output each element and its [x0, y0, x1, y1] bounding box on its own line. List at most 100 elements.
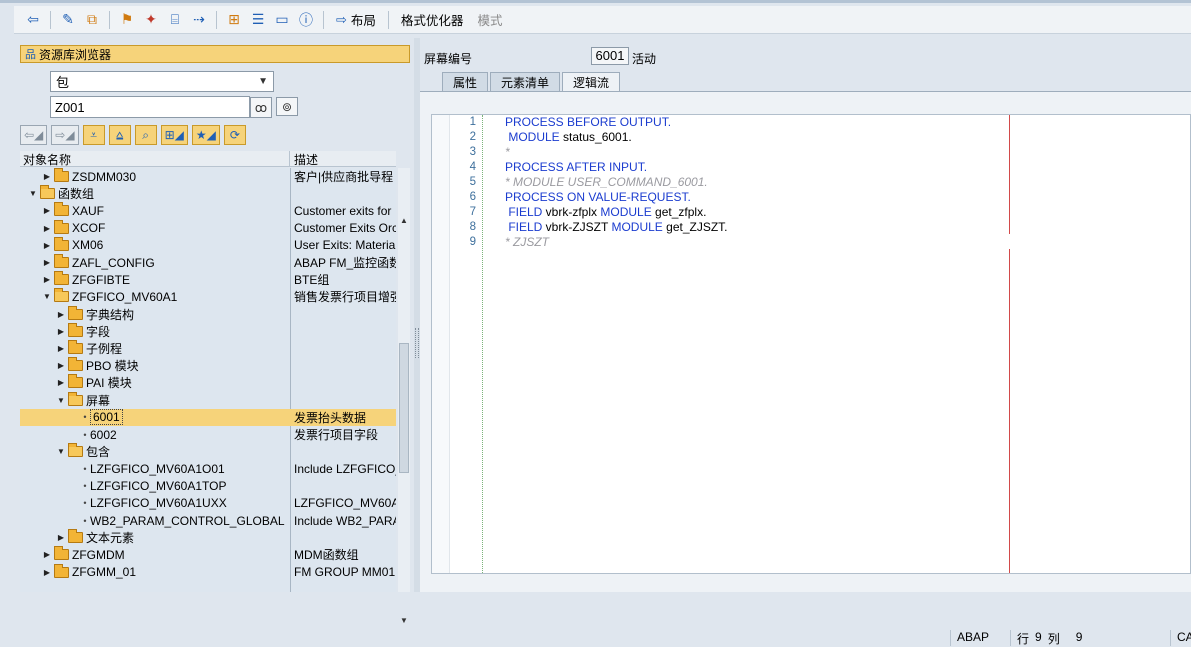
tree-row-name-cell[interactable]: ▶ 文本元素	[20, 529, 290, 546]
tab-flow-logic[interactable]: 逻辑流	[562, 72, 621, 92]
tree-row-name-cell[interactable]: ▼ 包含	[20, 443, 290, 460]
tree-row[interactable]: ▶ ZSDMM030 客户|供应商批导程	[20, 168, 396, 185]
favorites-button[interactable]: ★◢	[191, 125, 220, 145]
info-icon[interactable]: ⓘ	[295, 9, 317, 31]
expand-toggle-icon[interactable]: ▶	[42, 568, 52, 577]
expand-toggle-icon[interactable]: ▶	[56, 533, 66, 542]
expand-toggle-icon[interactable]: ▶	[56, 378, 66, 387]
test-icon[interactable]: ⌸	[164, 9, 186, 31]
display-object-button[interactable]: ꝏ	[250, 97, 272, 118]
code-line[interactable]: 9 * ZJSZT	[432, 235, 1190, 250]
tree-row-name-cell[interactable]: ▶ PBO 模块	[20, 357, 290, 374]
tree-row[interactable]: ▶ 子例程	[20, 340, 396, 357]
tree-row[interactable]: ▼ 包含	[20, 443, 396, 460]
code-line[interactable]: 3 *	[432, 145, 1190, 160]
tree-row-name-cell[interactable]: ▶ XAUF	[20, 202, 290, 219]
code-line[interactable]: 6 PROCESS ON VALUE-REQUEST.	[432, 190, 1190, 205]
tree-row[interactable]: ▼ 函数组	[20, 185, 396, 202]
object-type-dropdown[interactable]: 包 ▼	[50, 71, 274, 92]
tree-row-name-cell[interactable]: ▼ 函数组	[20, 185, 290, 202]
expand-toggle-icon[interactable]: ▶	[42, 258, 52, 267]
tree-row-name-cell[interactable]: ▶ ZAFL_CONFIG	[20, 254, 290, 271]
pretty-printer-button[interactable]: 格式优化器	[395, 9, 470, 31]
tree-row[interactable]: ▶ ZFGMDM MDM函数组	[20, 546, 396, 563]
expand-button[interactable]: ⩠	[108, 125, 131, 145]
tree-row[interactable]: ▶ 文本元素	[20, 529, 396, 546]
tree-row[interactable]: ▶ XAUF Customer exits for	[20, 202, 396, 219]
where-used-icon[interactable]: ⇢	[188, 9, 210, 31]
tree-row[interactable]: • WB2_PARAM_CONTROL_GLOBAL Include WB2_PAR…	[20, 512, 396, 529]
code-editor[interactable]: 1 PROCESS BEFORE OUTPUT. 2 MODULE status_6…	[431, 114, 1191, 574]
expand-toggle-icon[interactable]: ▶	[42, 206, 52, 215]
expand-toggle-icon[interactable]: ▶	[42, 172, 52, 181]
code-line[interactable]: 4 PROCESS AFTER INPUT.	[432, 160, 1190, 175]
splitter-grip[interactable]	[415, 328, 419, 358]
tree-row-name-cell[interactable]: ▶ ZFGMM_01	[20, 563, 290, 581]
tree-row-name-cell[interactable]: • LZFGFICO_MV60A1O01	[20, 460, 290, 477]
other-object-icon[interactable]: ⧉	[81, 9, 103, 31]
tree-row-name-cell[interactable]: ▶ XCOF	[20, 219, 290, 237]
expand-toggle-icon[interactable]: ▶	[42, 241, 52, 250]
tree-row-name-cell[interactable]: • LZFGFICO_MV60A1UXX	[20, 495, 290, 512]
previous-object-button[interactable]: ⇦◢	[20, 125, 48, 145]
tab-attributes[interactable]: 属性	[442, 72, 489, 92]
collapse-toggle-icon[interactable]: ▼	[56, 396, 66, 405]
tree-row[interactable]: ▶ 字段	[20, 322, 396, 340]
tree-vertical-scrollbar[interactable]: ▲ ▼	[398, 168, 410, 625]
tab-element-list[interactable]: 元素清单	[490, 72, 561, 92]
tree-row[interactable]: ▶ 字典结构	[20, 305, 396, 323]
code-line[interactable]: 7 FIELD vbrk-zfplx MODULE get_zfplx.	[432, 205, 1190, 220]
tree-row-name-cell[interactable]: • 6001	[20, 408, 290, 426]
display-change-icon[interactable]: ✎	[57, 9, 79, 31]
expand-toggle-icon[interactable]: ▶	[56, 344, 66, 353]
code-line[interactable]: 2 MODULE status_6001.	[432, 130, 1190, 145]
tree-row[interactable]: • 6002 发票行项目字段	[20, 426, 396, 443]
expand-toggle-icon[interactable]: ▶	[42, 550, 52, 559]
tree-row-name-cell[interactable]: ▶ 子例程	[20, 340, 290, 357]
object-name-column-header[interactable]: 对象名称	[20, 151, 290, 167]
expand-toggle-icon[interactable]: ▶	[42, 224, 52, 233]
tree-row-name-cell[interactable]: ▶ 字段	[20, 322, 290, 340]
scroll-down-icon[interactable]: ▼	[398, 614, 410, 626]
tree-row[interactable]: ▶ ZFGMM_01 FM GROUP MM01	[20, 563, 396, 581]
tree-row[interactable]: • LZFGFICO_MV60A1UXX LZFGFICO_MV60A1	[20, 495, 396, 512]
tree-row-name-cell[interactable]: ▶ ZFGFIBTE	[20, 271, 290, 288]
back-icon[interactable]: ⇦	[22, 9, 44, 31]
activate-icon[interactable]: ✦	[140, 9, 162, 31]
expand-toggle-icon[interactable]: ▶	[56, 310, 66, 319]
tree-row[interactable]: • LZFGFICO_MV60A1TOP	[20, 478, 396, 495]
tree-row[interactable]: ▶ ZFGFIBTE BTE组	[20, 271, 396, 288]
tree-row[interactable]: ▼ ZFGFICO_MV60A1 销售发票行项目增强	[20, 288, 396, 305]
collapse-toggle-icon[interactable]: ▼	[42, 292, 52, 301]
tree-row-name-cell[interactable]: ▶ ZFGMDM	[20, 546, 290, 563]
hierarchy-icon[interactable]: ⊞	[223, 9, 245, 31]
tree-row-name-cell[interactable]: • LZFGFICO_MV60A1TOP	[20, 478, 290, 495]
description-column-header[interactable]: 描述	[290, 151, 318, 167]
tree-row[interactable]: ▼ 屏幕	[20, 391, 396, 409]
stack-icon[interactable]: ☰	[247, 9, 269, 31]
find-button[interactable]: ⌕	[134, 125, 157, 145]
code-line[interactable]: 1 PROCESS BEFORE OUTPUT.	[432, 115, 1190, 130]
tree-row[interactable]: ▶ XM06 User Exits: Materia	[20, 236, 396, 254]
tree-row-name-cell[interactable]: ▶ 字典结构	[20, 305, 290, 323]
scroll-thumb[interactable]	[399, 343, 409, 473]
window-icon[interactable]: ▭	[271, 9, 293, 31]
next-object-button[interactable]: ⇨◢	[51, 125, 79, 145]
expand-toggle-icon[interactable]: ▶	[56, 361, 66, 370]
tree-row-name-cell[interactable]: ▼ 屏幕	[20, 391, 290, 409]
tree-row[interactable]: ▶ ZAFL_CONFIG ABAP FM_监控函数	[20, 254, 396, 271]
tree-row-name-cell[interactable]: • WB2_PARAM_CONTROL_GLOBAL	[20, 512, 290, 529]
repository-browser-header[interactable]: 品 资源库浏览器	[20, 45, 410, 63]
hierarchy-up-button[interactable]: ⊞◢	[160, 125, 188, 145]
tree-row[interactable]: ▶ XCOF Customer Exits Orc	[20, 219, 396, 237]
check-icon[interactable]: ⚑	[116, 9, 138, 31]
object-name-input[interactable]	[50, 96, 250, 118]
expand-toggle-icon[interactable]: ▶	[56, 327, 66, 336]
scroll-up-icon[interactable]: ▲	[398, 214, 410, 226]
tree-row[interactable]: • 6001 发票抬头数据	[20, 408, 396, 426]
tree-row[interactable]: ▶ PAI 模块	[20, 374, 396, 391]
refresh-button[interactable]: ⊚	[276, 97, 298, 116]
tree-row-name-cell[interactable]: • 6002	[20, 426, 290, 443]
tree-row[interactable]: ▶ PBO 模块	[20, 357, 396, 374]
code-line[interactable]: 5 * MODULE USER_COMMAND_6001.	[432, 175, 1190, 190]
